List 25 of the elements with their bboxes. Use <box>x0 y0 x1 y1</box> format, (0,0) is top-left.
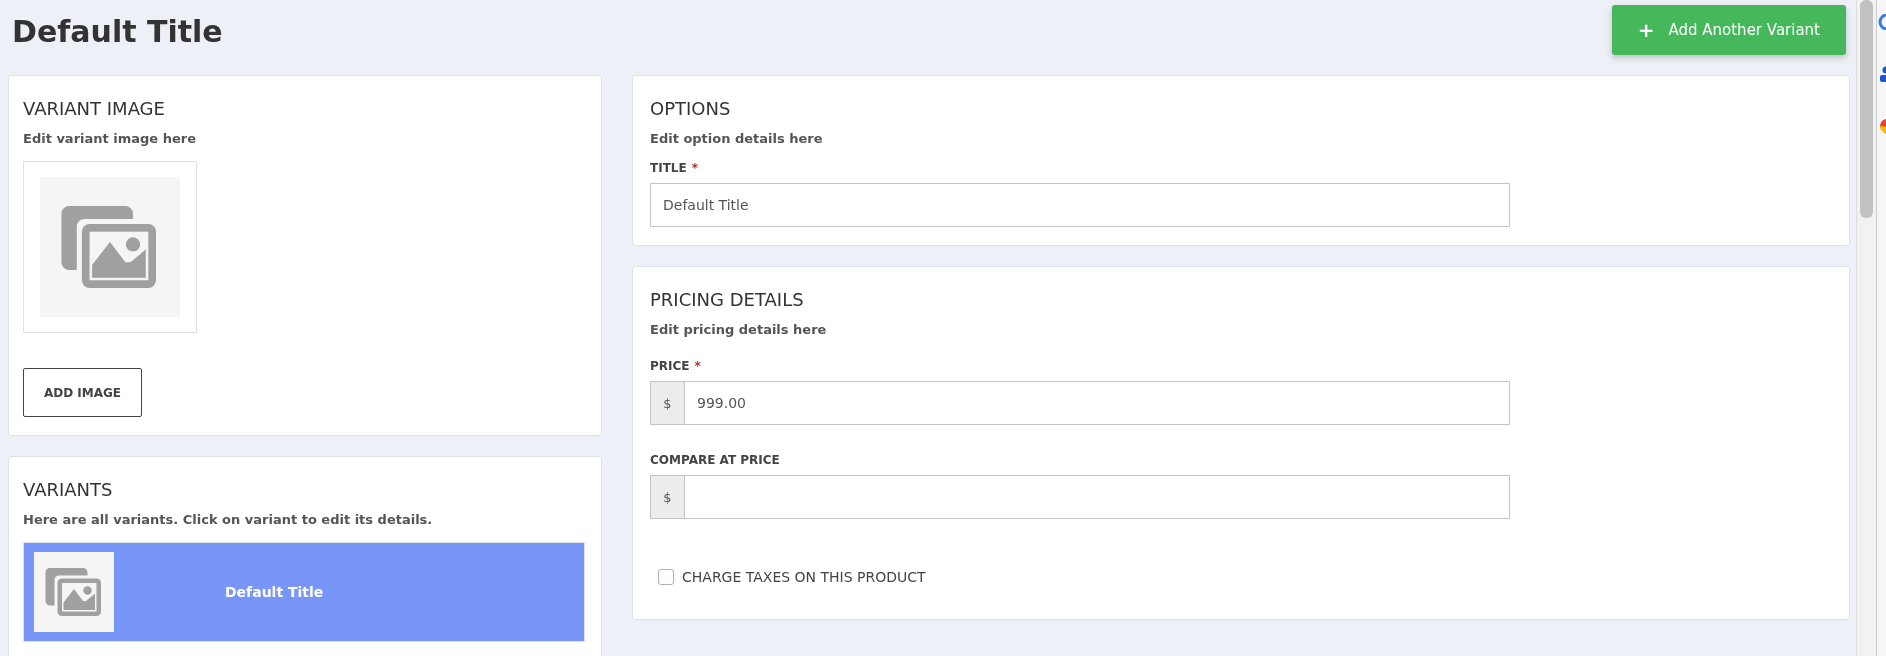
card-subtitle: Here are all variants. Click on variant to edit its details. <box>23 512 433 527</box>
field-label: TITLE <box>650 161 687 175</box>
card-subtitle: Edit pricing details here <box>650 322 827 337</box>
price-input[interactable] <box>684 475 1510 519</box>
variant-title: Default Title <box>225 584 324 600</box>
field-label: PRICE <box>650 359 690 373</box>
title-input[interactable]: Default Title <box>650 183 1510 227</box>
field-label: COMPARE AT PRICE <box>650 453 780 467</box>
required-mark: * <box>691 161 698 175</box>
page-title: Default Title <box>12 14 223 49</box>
required-mark: * <box>694 359 701 373</box>
card-heading: OPTIONS <box>650 98 731 119</box>
add-image-button[interactable]: ADD IMAGE <box>23 368 142 417</box>
currency-prefix: $ <box>650 475 684 519</box>
person-icon[interactable] <box>1877 66 1886 82</box>
checkbox[interactable] <box>658 569 674 585</box>
checkbox-label: CHARGE TAXES ON THIS PRODUCT <box>682 569 926 585</box>
card-subtitle: Edit option details here <box>650 131 823 146</box>
card-subtitle: Edit variant image here <box>23 131 196 146</box>
card-heading: PRICING DETAILS <box>650 289 804 310</box>
card-heading: VARIANTS <box>23 479 113 500</box>
currency-prefix: $ <box>650 381 684 425</box>
price-input[interactable]: 999.00 <box>684 381 1510 425</box>
card-heading: VARIANT IMAGE <box>23 98 165 119</box>
scrollbar-thumb[interactable] <box>1860 0 1873 218</box>
